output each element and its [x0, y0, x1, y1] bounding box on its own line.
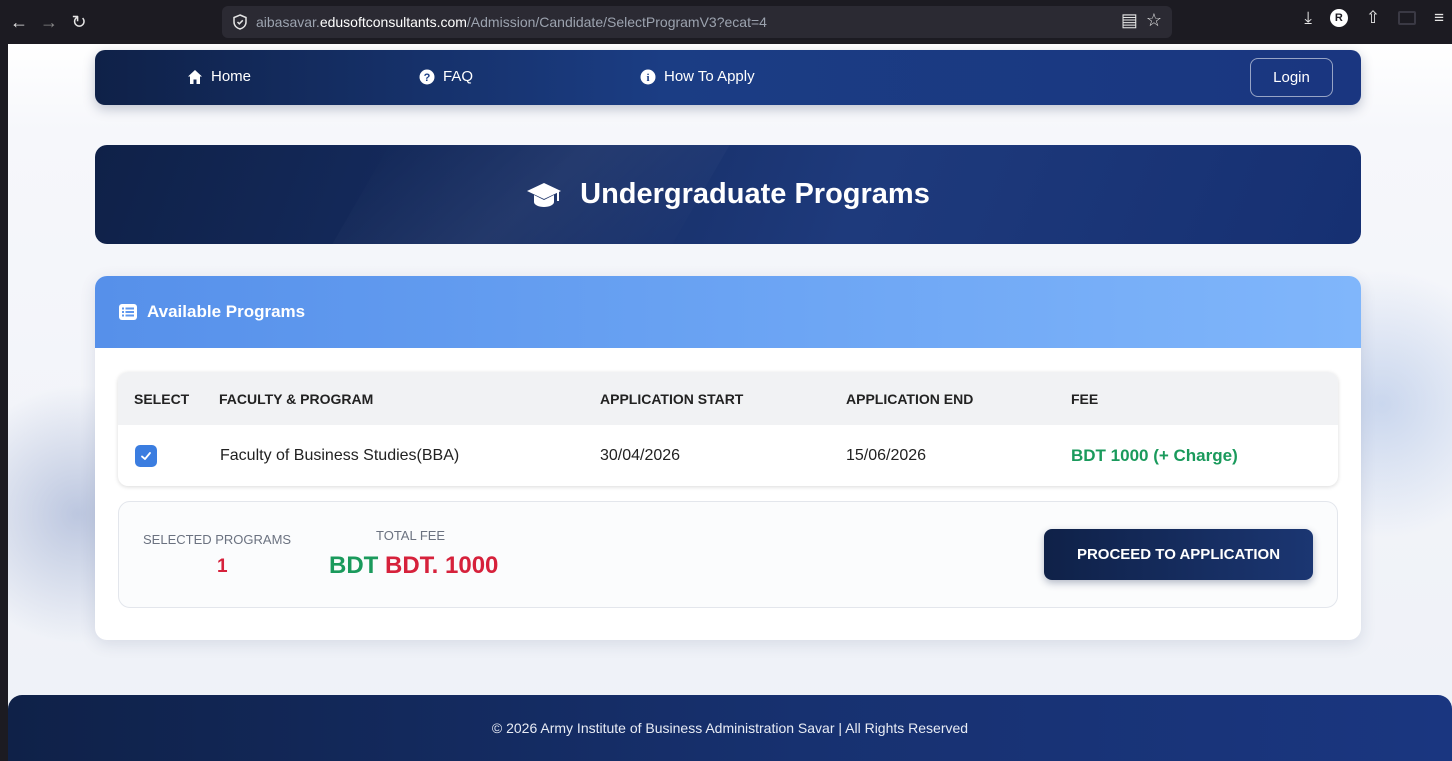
selection-summary: SELECTED PROGRAMS 1 TOTAL FEE BDT BDT. 1… — [118, 501, 1338, 608]
hero-banner: Undergraduate Programs — [95, 145, 1361, 244]
checkmark-icon — [141, 451, 151, 460]
forward-arrow-icon[interactable]: → — [34, 7, 64, 37]
shield-icon — [233, 14, 247, 30]
footer-copyright: © 2026 Army Institute of Business Admini… — [491, 720, 969, 736]
login-button[interactable]: Login — [1250, 58, 1333, 97]
profile-avatar-icon[interactable]: R — [1329, 9, 1348, 27]
selected-programs-label: SELECTED PROGRAMS — [143, 532, 292, 547]
programs-card-header: Available Programs — [95, 276, 1361, 348]
table-row: Faculty of Business Studies(BBA) 30/04/2… — [118, 425, 1338, 486]
svg-text:?: ? — [424, 72, 431, 84]
reload-icon[interactable]: ↻ — [64, 7, 94, 37]
reader-view-icon[interactable]: ▤ — [1121, 10, 1138, 31]
nav-faq-link[interactable]: ? FAQ — [419, 68, 473, 85]
page-title-text: Undergraduate Programs — [580, 178, 930, 210]
column-header-start: APPLICATION START — [600, 390, 744, 407]
table-header-row: SELECT FACULTY & PROGRAM APPLICATION STA… — [118, 372, 1338, 425]
total-fee-currency: BDT — [329, 552, 379, 579]
application-start-date: 30/04/2026 — [600, 446, 681, 464]
top-navigation: Home ? FAQ i How To Apply Login — [95, 50, 1361, 105]
nav-how-to-apply-label: How To Apply — [664, 68, 755, 85]
selected-programs-count: 1 — [217, 556, 228, 577]
nav-home-label: Home — [211, 68, 252, 85]
home-icon — [188, 69, 202, 84]
svg-text:i: i — [646, 72, 649, 84]
window-edge — [0, 44, 8, 761]
column-header-faculty: FACULTY & PROGRAM — [219, 390, 374, 407]
total-fee-amount: BDT. 1000 — [385, 552, 499, 579]
nav-how-to-apply-link[interactable]: i How To Apply — [640, 68, 755, 85]
programs-card: Available Programs SELECT FACULTY & PROG… — [95, 276, 1361, 640]
browser-toolbar: ← → ↻ aibasavar. edusoftconsultants.com/A… — [0, 0, 1452, 44]
column-header-select: SELECT — [134, 390, 190, 407]
page-footer: © 2026 Army Institute of Business Admini… — [8, 695, 1452, 761]
total-fee-label: TOTAL FEE — [376, 528, 446, 543]
column-header-end: APPLICATION END — [846, 390, 974, 407]
program-fee: BDT 1000 (+ Charge) — [1071, 445, 1238, 465]
proceed-to-application-button[interactable]: PROCEED TO APPLICATION — [1044, 529, 1313, 580]
page-title: Undergraduate Programs — [95, 145, 1361, 244]
column-header-fee: FEE — [1071, 390, 1099, 407]
share-icon[interactable]: ⇧ — [1366, 8, 1380, 28]
program-name: Faculty of Business Studies(BBA) — [220, 446, 460, 464]
page-viewport: Home ? FAQ i How To Apply Login Undergra… — [8, 44, 1452, 761]
url-prefix: aibasavar. — [256, 14, 320, 30]
total-fee-value: BDT BDT. 1000 — [329, 552, 498, 580]
info-circle-icon: i — [640, 69, 656, 84]
extension-icon[interactable] — [1398, 11, 1417, 25]
application-end-date: 15/06/2026 — [846, 446, 927, 464]
nav-faq-label: FAQ — [443, 68, 474, 85]
url-path: /Admission/Candidate/SelectProgramV3?eca… — [466, 14, 767, 30]
menu-icon[interactable]: ≡ — [1434, 8, 1444, 28]
back-arrow-icon[interactable]: ← — [4, 7, 34, 37]
nav-home-link[interactable]: Home — [187, 68, 251, 85]
programs-card-title: Available Programs — [147, 302, 306, 321]
question-circle-icon: ? — [419, 69, 435, 84]
download-icon[interactable]: ⤓ — [1304, 8, 1312, 28]
address-bar[interactable]: aibasavar. edusoftconsultants.com/Admissi… — [222, 6, 1172, 38]
bookmark-star-icon[interactable]: ☆ — [1146, 10, 1162, 31]
url-domain: edusoftconsultants.com — [319, 14, 467, 30]
graduation-cap-icon — [527, 182, 562, 207]
programs-table: SELECT FACULTY & PROGRAM APPLICATION STA… — [118, 372, 1338, 486]
list-icon — [119, 304, 137, 320]
program-select-checkbox[interactable] — [135, 444, 157, 467]
